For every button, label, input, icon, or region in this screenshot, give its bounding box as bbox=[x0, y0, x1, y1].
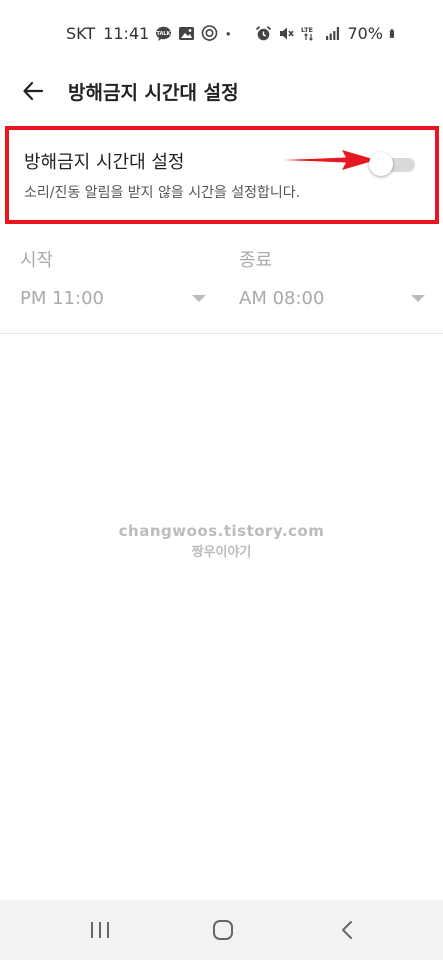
end-time-column: 종료 AM 08:00 bbox=[239, 236, 439, 334]
recent-apps-icon[interactable] bbox=[86, 916, 114, 944]
signal-icon bbox=[326, 27, 340, 40]
caret-down-icon bbox=[192, 295, 206, 302]
mute-icon bbox=[280, 27, 295, 40]
home-icon[interactable] bbox=[209, 916, 237, 944]
dnd-toggle[interactable] bbox=[369, 152, 415, 176]
svg-text:LTE: LTE bbox=[301, 26, 313, 34]
start-time-select[interactable]: PM 11:00 bbox=[20, 286, 206, 312]
page-title: 방해금지 시간대 설정 bbox=[68, 82, 239, 104]
end-time-select[interactable]: AM 08:00 bbox=[239, 286, 425, 312]
caret-down-icon bbox=[411, 295, 425, 302]
back-icon[interactable] bbox=[333, 916, 361, 944]
dnd-title: 방해금지 시간대 설정 bbox=[24, 152, 185, 173]
status-left: SKT 11:41 TALK bbox=[66, 24, 236, 43]
carrier-label: SKT bbox=[66, 24, 96, 43]
end-time-value: AM 08:00 bbox=[239, 288, 325, 309]
watermark: changwoos.tistory.com 짱우이야기 bbox=[0, 522, 443, 560]
watermark-url: changwoos.tistory.com bbox=[118, 522, 325, 540]
start-time-column: 시작 PM 11:00 bbox=[20, 236, 220, 334]
battery-icon bbox=[389, 29, 394, 38]
dnd-description: 소리/진동 알림을 받지 않을 시간을 설정합니다. bbox=[24, 185, 301, 201]
time-section: 시작 PM 11:00 종료 AM 08:00 bbox=[0, 236, 443, 334]
dot-icon bbox=[226, 32, 231, 36]
status-bar: SKT 11:41 TALK LTE 70% bbox=[0, 0, 443, 66]
toggle-knob bbox=[369, 152, 393, 176]
navigation-bar bbox=[0, 900, 443, 960]
app-bar: 방해금지 시간대 설정 bbox=[0, 66, 443, 116]
end-label: 종료 bbox=[239, 250, 273, 271]
status-right: LTE 70% bbox=[255, 24, 399, 43]
dnd-setting-row[interactable]: 방해금지 시간대 설정 소리/진동 알림을 받지 않을 시간을 설정합니다. bbox=[5, 126, 439, 224]
location-icon bbox=[201, 25, 218, 42]
alarm-icon bbox=[256, 26, 272, 41]
talk-icon: TALK bbox=[156, 26, 172, 41]
battery-percent: 70% bbox=[347, 24, 383, 43]
clock: 11:41 bbox=[103, 24, 150, 43]
lte-icon: LTE bbox=[301, 26, 313, 41]
red-arrow-annotation bbox=[284, 150, 376, 170]
svg-text:TALK: TALK bbox=[157, 31, 172, 37]
arrow-left-icon[interactable] bbox=[20, 77, 48, 105]
start-label: 시작 bbox=[20, 250, 54, 271]
image-icon bbox=[179, 27, 195, 40]
start-time-value: PM 11:00 bbox=[20, 288, 104, 309]
watermark-name: 짱우이야기 bbox=[191, 545, 252, 560]
